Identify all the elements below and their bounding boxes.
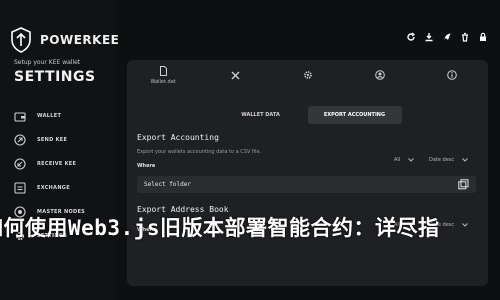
- shield-logo-icon: [11, 27, 31, 53]
- tab-wallet-dat[interactable]: Wallet.dat: [127, 60, 199, 90]
- lock-icon[interactable]: [477, 31, 488, 42]
- page-title: SETTINGS: [14, 69, 96, 85]
- cross-icon: [231, 71, 240, 79]
- sidebar-item-exchange[interactable]: EXCHANGE: [13, 176, 85, 200]
- filter-value: All: [394, 157, 401, 163]
- send-icon: [13, 134, 26, 147]
- subtab-export-accounting[interactable]: EXPORT ACCOUNTING: [307, 106, 402, 124]
- brand-name: POWERKEE: [40, 33, 120, 47]
- trash-icon[interactable]: [459, 31, 470, 42]
- sidebar-item-send-kee[interactable]: SEND KEE: [13, 128, 85, 152]
- toolbar-icons: [405, 31, 488, 42]
- refresh-icon[interactable]: [405, 31, 416, 42]
- exchange-icon: [13, 182, 26, 195]
- tab-user[interactable]: [344, 60, 416, 90]
- select-folder-label: Select folder: [144, 181, 191, 188]
- sidebar-subtitle: Setup your KEE wallet: [14, 59, 81, 66]
- tab-tools[interactable]: [199, 60, 271, 90]
- main-panel: Wallet.dat WALLET DATA EXPORT ACCOUNTING…: [127, 60, 488, 286]
- sidebar-item-receive-kee[interactable]: RECEIVE KEE: [13, 152, 85, 176]
- chevron-down-icon: [408, 158, 415, 162]
- sidebar: POWERKEE Setup your KEE wallet SETTINGS …: [0, 0, 119, 300]
- tab-info[interactable]: [416, 60, 488, 90]
- tab-label: Wallet.dat: [150, 78, 176, 85]
- info-icon: [447, 70, 457, 80]
- receive-icon: [13, 158, 26, 171]
- subtab-wallet-data[interactable]: WALLET DATA: [214, 106, 308, 124]
- file-icon: [159, 65, 167, 76]
- wallet-icon: [13, 110, 26, 123]
- sidebar-item-label: SEND KEE: [37, 137, 68, 143]
- chevron-down-icon: [462, 158, 469, 162]
- where-label: Where: [137, 163, 156, 169]
- export-accounting-description: Export your wallets accounting data to a…: [137, 149, 262, 155]
- sidebar-item-label: RECEIVE KEE: [37, 161, 77, 167]
- select-folder-field[interactable]: Select folder: [137, 176, 476, 193]
- sort-value: Date desc: [429, 157, 455, 163]
- brand: POWERKEE: [10, 27, 119, 53]
- folder-copy-icon[interactable]: [458, 179, 469, 190]
- overlay-banner-text: 如何使用Web3.js旧版本部署智能合约：详尽指: [0, 216, 440, 240]
- sidebar-item-wallet[interactable]: WALLET: [13, 104, 85, 128]
- rocket-icon[interactable]: [441, 31, 452, 42]
- gear-icon: [303, 71, 312, 79]
- sidebar-item-label: EXCHANGE: [37, 185, 70, 191]
- sort-dropdown[interactable]: Date desc: [429, 157, 469, 163]
- export-accounting-title: Export Accounting: [137, 133, 219, 142]
- user-icon: [374, 70, 385, 80]
- download-icon[interactable]: [423, 31, 434, 42]
- tab-settings[interactable]: [271, 60, 343, 90]
- tab-bar: Wallet.dat: [127, 60, 488, 90]
- filter-dropdown[interactable]: All: [394, 157, 415, 163]
- sidebar-item-label: WALLET: [37, 113, 62, 119]
- subtab-bar: WALLET DATA EXPORT ACCOUNTING: [127, 104, 488, 126]
